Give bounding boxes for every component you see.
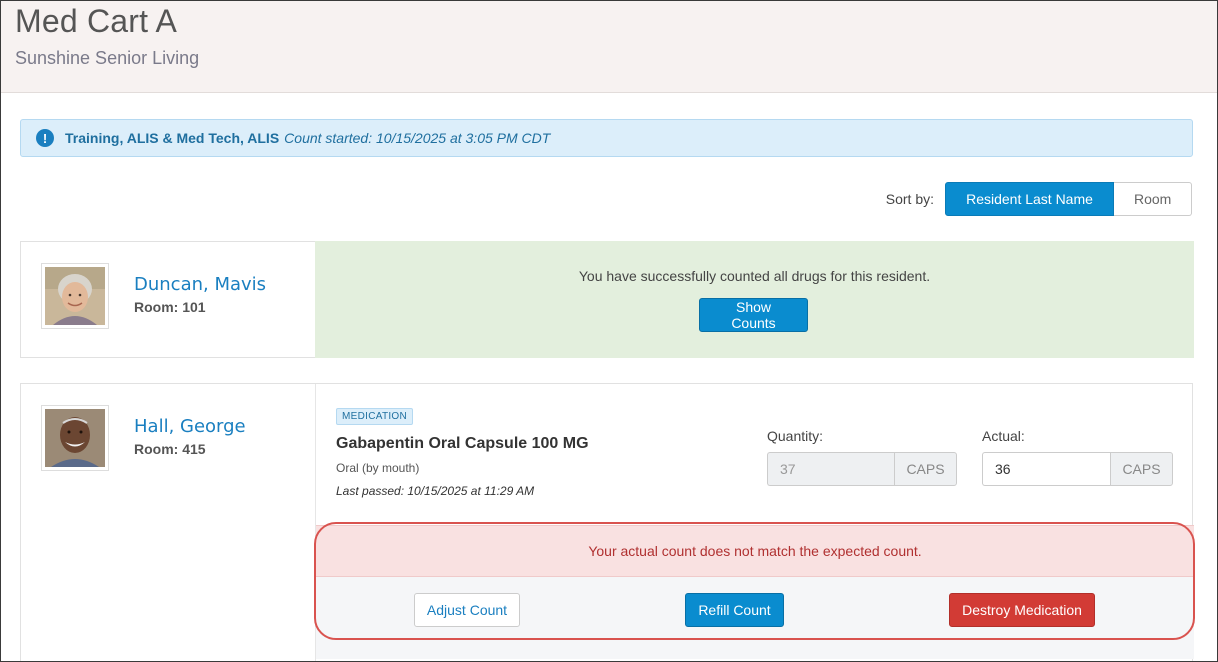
mismatch-actions: Adjust Count Refill Count Destroy Medica… (316, 577, 1194, 659)
resident-photo-icon (45, 409, 105, 467)
resident-info: Duncan, Mavis Room: 101 (21, 242, 315, 357)
resident-info: Hall, George Room: 415 (21, 384, 315, 661)
resident-room: Room: 415 (134, 441, 206, 457)
medication-last-passed: Last passed: 10/15/2025 at 11:29 AM (336, 484, 535, 498)
actual-count-field[interactable] (982, 452, 1110, 486)
actual-input-group: CAPS (982, 452, 1173, 486)
count-mismatch-message: Your actual count does not match the exp… (316, 525, 1194, 577)
adjust-count-button[interactable]: Adjust Count (414, 593, 520, 627)
quantity-unit: CAPS (894, 452, 957, 486)
exclamation-circle-icon: ! (36, 129, 54, 147)
sort-by-last-name-button[interactable]: Resident Last Name (945, 182, 1114, 216)
page-title: Med Cart A (15, 3, 178, 39)
page-subtitle: Sunshine Senior Living (15, 48, 200, 68)
actual-unit: CAPS (1110, 452, 1173, 486)
sort-bar: Sort by: Resident Last Name Room (886, 182, 1192, 216)
avatar (41, 405, 109, 471)
resident-name-link[interactable]: Duncan, Mavis (134, 274, 266, 295)
resident-room: Room: 101 (134, 299, 206, 315)
count-complete-panel: You have successfully counted all drugs … (315, 241, 1194, 358)
avatar (41, 263, 109, 329)
destroy-medication-button[interactable]: Destroy Medication (949, 593, 1095, 627)
page-header: Med Cart A Sunshine Senior Living (1, 1, 1217, 93)
medication-badge: MEDICATION (336, 408, 414, 425)
app-frame: Med Cart A Sunshine Senior Living ! Trai… (0, 0, 1218, 662)
alert-status: Count started: 10/15/2025 at 3:05 PM CDT (284, 130, 551, 146)
refill-count-button[interactable]: Refill Count (685, 593, 784, 627)
medication-route: Oral (by mouth) (336, 461, 420, 475)
count-complete-message: You have successfully counted all drugs … (578, 268, 931, 284)
sort-by-room-button[interactable]: Room (1114, 182, 1192, 216)
count-started-alert: ! Training, ALIS & Med Tech, ALIS Count … (20, 119, 1193, 157)
quantity-field (767, 452, 894, 486)
resident-photo-icon (45, 267, 105, 325)
medication-name: Gabapentin Oral Capsule 100 MG (336, 435, 589, 452)
resident-card: Hall, George Room: 415 MEDICATION Gabape… (20, 383, 1194, 661)
sort-label: Sort by: (885, 191, 934, 207)
show-counts-button[interactable]: Show Counts (699, 298, 808, 332)
actual-label: Actual: (982, 428, 1025, 444)
medication-panel: MEDICATION Gabapentin Oral Capsule 100 M… (315, 384, 1194, 661)
quantity-input-group: CAPS (767, 452, 957, 486)
resident-name-link[interactable]: Hall, George (134, 416, 246, 437)
resident-card: Duncan, Mavis Room: 101 You have success… (20, 241, 1194, 358)
quantity-label: Quantity: (767, 428, 824, 444)
alert-user: Training, ALIS & Med Tech, ALIS (65, 130, 280, 146)
